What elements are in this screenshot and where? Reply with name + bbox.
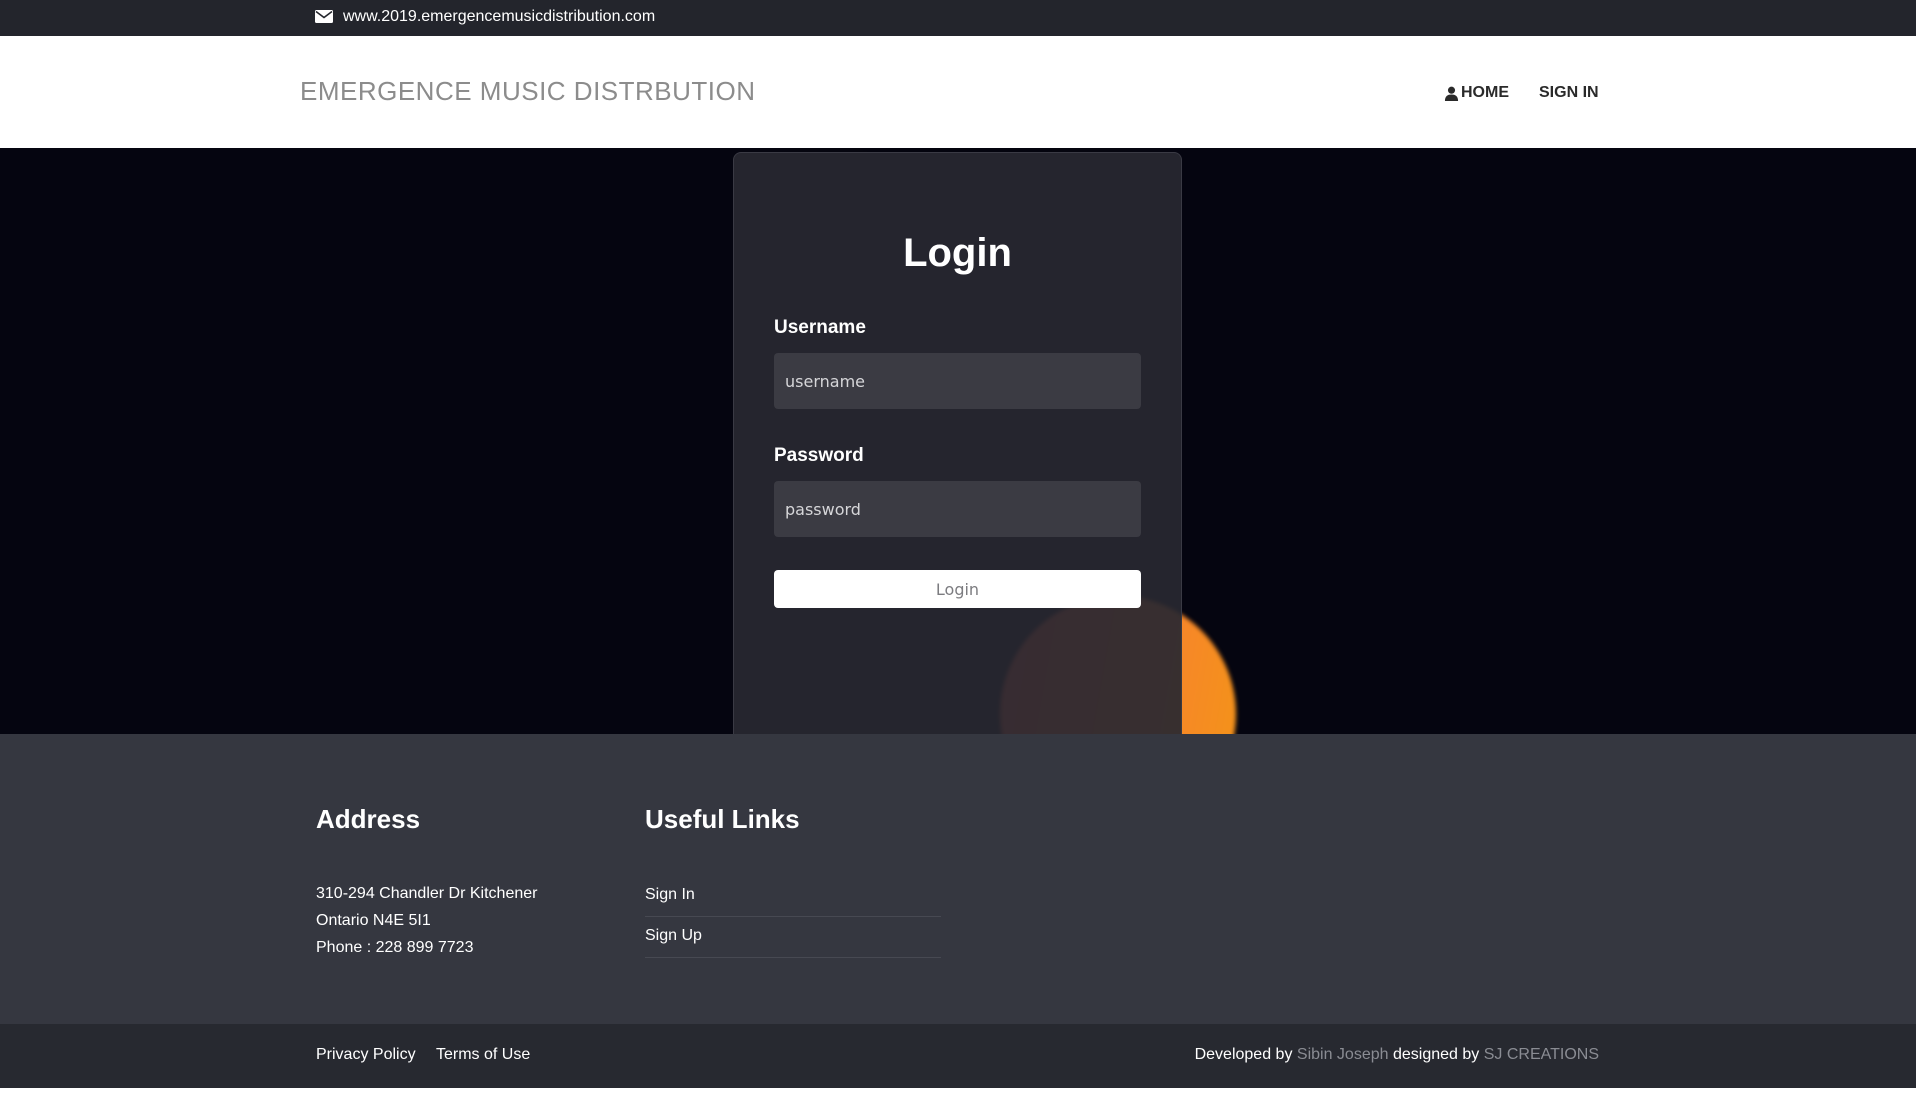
- phone-number: Phone : 228 899 7723: [316, 939, 474, 956]
- username-input[interactable]: [774, 353, 1141, 409]
- useful-links-title: Useful Links: [645, 804, 800, 834]
- login-card: Login Username Password Login: [733, 152, 1182, 734]
- page-bottom-edge: [0, 1088, 1916, 1098]
- password-input[interactable]: [774, 481, 1141, 537]
- brand-logo-text[interactable]: EMERGENCE MUSIC DISTRBUTION: [300, 76, 756, 107]
- login-button[interactable]: Login: [774, 570, 1141, 608]
- top-bar: www.2019.emergencemusicdistribution.com: [0, 0, 1916, 36]
- privacy-policy-link[interactable]: Privacy Policy: [316, 1046, 416, 1064]
- designed-by-text: designed by: [1392, 1046, 1480, 1063]
- username-label: Username: [774, 317, 866, 338]
- bottom-bar: Privacy Policy Terms of Use Developed by…: [0, 1024, 1916, 1088]
- navbar: EMERGENCE MUSIC DISTRBUTION HOME SIGN IN: [0, 36, 1916, 148]
- credits: Developed by Sibin Joseph designed by SJ…: [1195, 1046, 1599, 1064]
- nav-home-label: HOME: [1461, 84, 1509, 101]
- hero-section: Login Username Password Login: [0, 148, 1916, 734]
- footer-link-sign-in[interactable]: Sign In: [645, 876, 941, 917]
- password-label: Password: [774, 445, 864, 466]
- developed-by-text: Developed by: [1194, 1046, 1293, 1063]
- address-line-2: Ontario N4E 5I1: [316, 912, 431, 929]
- nav-signin-link[interactable]: SIGN IN: [1539, 84, 1599, 102]
- nav-home-link[interactable]: HOME: [1444, 84, 1509, 102]
- site-url: www.2019.emergencemusicdistribution.com: [343, 8, 656, 25]
- useful-links-list: Sign In Sign Up: [645, 876, 941, 958]
- user-icon: [1444, 86, 1459, 101]
- terms-of-use-link[interactable]: Terms of Use: [436, 1046, 530, 1064]
- address-line-1: 310-294 Chandler Dr Kitchener: [316, 885, 538, 902]
- developer-link[interactable]: Sibin Joseph: [1297, 1046, 1389, 1063]
- designer-link[interactable]: SJ CREATIONS: [1484, 1046, 1599, 1063]
- address-block: 310-294 Chandler Dr Kitchener Ontario N4…: [316, 880, 537, 961]
- login-title: Login: [903, 231, 1012, 275]
- envelope-icon: [315, 10, 333, 23]
- address-title: Address: [316, 804, 421, 834]
- footer: Address 310-294 Chandler Dr Kitchener On…: [0, 734, 1916, 1024]
- footer-link-sign-up[interactable]: Sign Up: [645, 917, 941, 958]
